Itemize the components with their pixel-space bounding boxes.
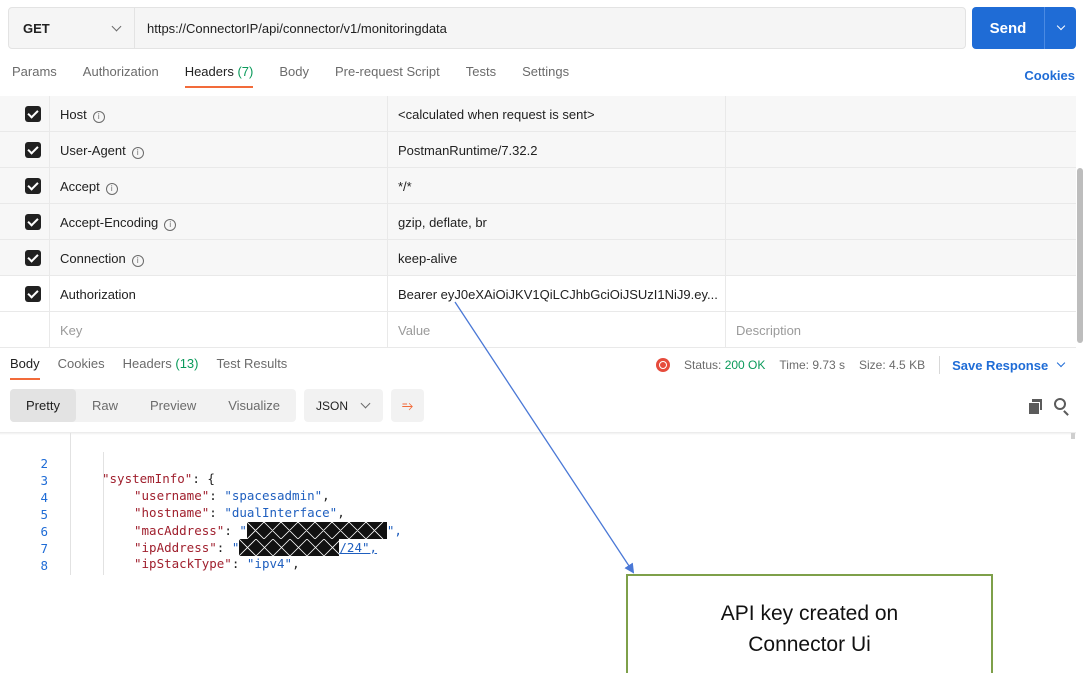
annotation-line-2: Connector Ui: [748, 633, 871, 656]
annotation-arrow: [454, 301, 635, 574]
annotation-line-1: API key created on: [720, 602, 899, 625]
annotation-callout: API key created on Connector Ui: [626, 574, 993, 673]
